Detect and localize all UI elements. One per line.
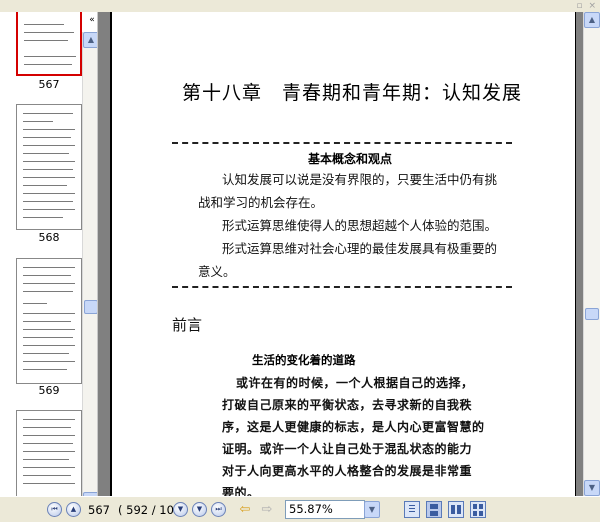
previous-page-icon[interactable]: ▲ xyxy=(66,502,81,517)
scrollbar-thumb[interactable] xyxy=(585,308,599,320)
body-line: 要的。 xyxy=(222,486,260,496)
box-top-rule xyxy=(172,142,512,144)
continuous-view-icon[interactable] xyxy=(426,501,442,518)
back-arrow-icon[interactable]: ⇦ xyxy=(237,501,253,518)
current-page-number[interactable]: 567 xyxy=(88,503,110,517)
thumbnail-pane: « 567 568 569 ▲ xyxy=(0,12,98,496)
thumbnail-scrollbar[interactable]: ▲ ▼ xyxy=(82,32,97,496)
section-heading: 前言 xyxy=(172,316,203,334)
navigation-toolbar: ⏮ ▲ 567 ( 592 / 10 ▼ ▼ ⏭ ⇦ ⇨ 55.87% ▼ xyxy=(0,496,600,522)
thumbnail-page-568[interactable] xyxy=(16,104,82,230)
body-line: 打破自己原来的平衡状态，去寻求新的自我秩 xyxy=(222,398,473,412)
body-line: 或许在有的时候，一个人根据自己的选择， xyxy=(236,376,474,390)
collapse-pane-icon[interactable]: « xyxy=(86,14,97,26)
next-page-alt-icon[interactable]: ▼ xyxy=(192,502,207,517)
scroll-up-icon[interactable]: ▲ xyxy=(83,32,97,48)
document-page: 第十八章 青春期和青年期：认知发展 基本概念和观点 认知发展可以说是没有界限的，… xyxy=(110,12,576,496)
thumbnail-page-570[interactable] xyxy=(16,410,82,496)
box-line: 战和学习的机会存在。 xyxy=(198,195,324,210)
document-viewer[interactable]: 第十八章 青春期和青年期：认知发展 基本概念和观点 认知发展可以说是没有界限的，… xyxy=(98,12,600,496)
document-scrollbar[interactable]: ▲ ▼ xyxy=(583,12,600,496)
scroll-down-icon[interactable]: ▼ xyxy=(584,480,600,496)
zoom-dropdown-icon[interactable]: ▼ xyxy=(364,501,380,518)
box-line: 形式运算思维对社会心理的最佳发展具有极重要的 xyxy=(222,241,498,256)
box-line: 形式运算思维使得人的思想超越个人体验的范围。 xyxy=(222,218,498,233)
scroll-up-icon[interactable]: ▲ xyxy=(584,12,600,28)
body-line: 对于人向更高水平的人格整合的发展是非常重 xyxy=(222,464,473,478)
thumbnail-page-569[interactable] xyxy=(16,258,82,384)
first-page-icon[interactable]: ⏮ xyxy=(47,502,62,517)
facing-view-icon[interactable] xyxy=(448,501,464,518)
chapter-title: 第十八章 青春期和青年期：认知发展 xyxy=(182,82,523,104)
page-count: ( 592 / 10 xyxy=(118,503,174,517)
scrollbar-thumb[interactable] xyxy=(84,300,97,314)
thumbnail-label: 568 xyxy=(38,231,60,244)
continuous-facing-view-icon[interactable] xyxy=(470,501,486,518)
body-line: 证明。或许一个人让自己处于混乱状态的能力 xyxy=(222,442,473,456)
box-title: 基本概念和观点 xyxy=(308,152,393,166)
thumbnail-label: 567 xyxy=(38,78,60,91)
next-page-icon[interactable]: ▼ xyxy=(173,502,188,517)
last-page-icon[interactable]: ⏭ xyxy=(211,502,226,517)
top-strip: ▫ × xyxy=(0,0,600,12)
single-page-view-icon[interactable] xyxy=(404,501,420,518)
box-bottom-rule xyxy=(172,286,512,288)
close-icon[interactable]: × xyxy=(588,0,596,12)
thumbnail-page-567[interactable] xyxy=(16,12,82,76)
box-line: 意义。 xyxy=(198,264,236,279)
subheading: 生活的变化着的道路 xyxy=(252,353,356,367)
window-controls: ▫ × xyxy=(576,0,596,12)
box-line: 认知发展可以说是没有界限的，只要生活中仍有挑 xyxy=(222,172,498,187)
restore-icon[interactable]: ▫ xyxy=(576,0,582,12)
body-line: 序，这是人更健康的标志，是人内心更富智慧的 xyxy=(222,420,485,434)
thumbnail-label: 569 xyxy=(38,384,60,397)
forward-arrow-icon[interactable]: ⇨ xyxy=(259,501,275,518)
zoom-field[interactable]: 55.87% xyxy=(285,500,365,519)
